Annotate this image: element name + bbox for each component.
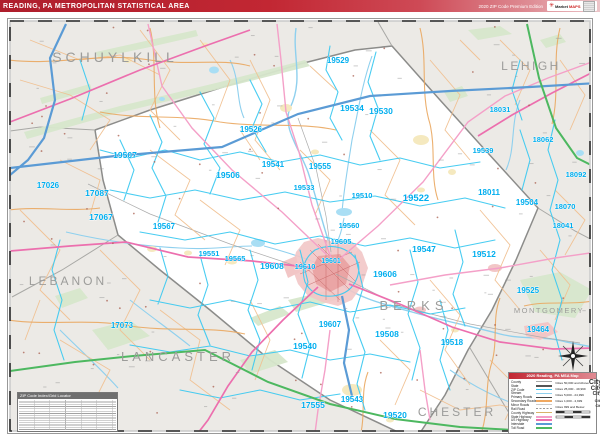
zip-label-19526: 19526 (240, 125, 263, 134)
zip-label-19551: 19551 (199, 249, 220, 258)
legend-city-label: Cities 5,000 - 24,999 (555, 392, 584, 397)
brand-name-part1: Market (555, 3, 568, 9)
zip-label-19540: 19540 (293, 341, 317, 351)
zip-label-19510: 19510 (352, 191, 373, 200)
legend-line-sample (536, 408, 553, 410)
zip-label-19608: 19608 (260, 261, 284, 271)
map-title: READING, PA METROPOLITAN STATISTICAL ARE… (3, 2, 190, 10)
legend-city-sample: City (592, 391, 600, 398)
zip-label-19525: 19525 (517, 286, 540, 295)
legend-line-sample (536, 400, 553, 402)
zip-label-19518: 19518 (441, 338, 464, 347)
zip-label-19507: 19507 (113, 150, 137, 160)
brand-name-part2: MAPS (568, 3, 581, 9)
zip-label-17073: 17073 (111, 321, 134, 330)
county-label-berks: BERKS (379, 298, 448, 313)
map-page: SCHUYLKILL LEHIGH LEBANON LANCASTER BERKS CHE… (0, 0, 600, 437)
legend-line-items: County State ZIP Code Stream Primary Roads Se… (511, 380, 553, 431)
zip-label-18011: 18011 (478, 188, 500, 197)
zip-index-rows (19, 400, 116, 430)
zip-label-18062: 18062 (533, 135, 554, 144)
zip-label-19522: 19522 (403, 193, 429, 204)
zip-label-19601: 19601 (321, 258, 341, 265)
legend-line-sample (536, 388, 553, 391)
zip-label-19567: 19567 (153, 222, 176, 231)
zip-label-19506: 19506 (216, 170, 240, 180)
legend-line-sample (536, 396, 553, 399)
zip-label-19541: 19541 (262, 160, 285, 169)
zip-label-19512: 19512 (472, 249, 496, 259)
legend-line-sample (536, 392, 553, 395)
zip-label-19534: 19534 (340, 103, 364, 113)
zip-label-19530: 19530 (369, 106, 393, 116)
county-label-chester: CHESTER (418, 405, 496, 419)
county-label-lebanon: LEBANON (29, 274, 107, 288)
zip-label-19543: 19543 (341, 395, 364, 404)
legend-city-label: Cities 25,000 - 49,999 (555, 386, 586, 391)
legend-line-sample (536, 381, 553, 383)
legend-label: Toll Road (511, 426, 525, 431)
legend-panel: 2020 Reading, PA MSA Map County State ZIP … (508, 372, 600, 434)
zip-label-19533: 19533 (294, 183, 315, 192)
legend-line-sample (536, 384, 553, 387)
legend-line-sample (536, 411, 553, 414)
header-bar: READING, PA METROPOLITAN STATISTICAL ARE… (0, 0, 600, 12)
zip-label-19504: 19504 (516, 198, 539, 207)
zip-label-19610: 19610 (295, 262, 316, 271)
zip-label-19520: 19520 (383, 410, 407, 420)
legend-line-sample (536, 426, 553, 430)
zip-index-panel: ZIP Code Index/Grid Locator (17, 392, 118, 432)
zip-label-17026: 17026 (37, 181, 60, 190)
zip-label-19508: 19508 (375, 329, 399, 339)
zip-label-19607: 19607 (319, 320, 342, 329)
zip-label-18041: 18041 (553, 221, 574, 230)
zip-label-19565: 19565 (225, 254, 246, 263)
brand-fineprint (582, 0, 595, 12)
legend-city-sample: City (595, 403, 600, 408)
zip-label-19547: 19547 (412, 244, 436, 254)
zip-label-19555: 19555 (309, 162, 332, 171)
legend-row-toll-road: Toll Road (511, 426, 553, 431)
county-label-montgomery: MONTGOMERY (514, 306, 584, 315)
zip-label-19605: 19605 (331, 237, 352, 246)
county-label-lehigh: LEHIGH (501, 59, 561, 73)
legend-city-row: Cities 999 and Below City (555, 404, 600, 410)
legend-city-sample: City (594, 397, 600, 403)
zip-label-18070: 18070 (555, 202, 576, 211)
legend-city-items: Cities 50,000 and Above City Cities 25,000… (555, 379, 600, 430)
zip-label-19529: 19529 (327, 56, 350, 65)
legend-line-sample (536, 419, 553, 422)
legend-line-sample (536, 415, 553, 418)
zip-label-18031: 18031 (490, 105, 511, 114)
zip-label-18092: 18092 (566, 170, 587, 179)
brand-logo-icon: ✳ (549, 3, 555, 9)
county-label-schuylkill: SCHUYLKILL (52, 49, 178, 65)
zip-label-19606: 19606 (373, 269, 397, 279)
legend-line-sample (536, 422, 553, 426)
zip-label-17087: 17087 (85, 188, 109, 198)
brand-logo: ✳ Market MAPS (547, 0, 597, 12)
zip-label-17067: 17067 (89, 212, 113, 222)
edition-label: 2020 ZIP Code Premium Edition (478, 3, 543, 9)
zip-label-19539: 19539 (473, 146, 494, 155)
zip-label-19464: 19464 (527, 325, 550, 334)
legend-city-label: Cities 999 and Below (555, 404, 585, 409)
legend-city-label: Cities 1,000 - 4,999 (555, 398, 583, 403)
county-label-lancaster: LANCASTER (121, 349, 235, 364)
legend-line-sample (536, 404, 553, 406)
zip-label-19560: 19560 (339, 221, 360, 230)
zip-label-17555: 17555 (301, 400, 325, 410)
legend-city-label: Cities 50,000 and Above (555, 380, 589, 385)
zip-index-title: ZIP Code Index/Grid Locator (18, 393, 117, 399)
legend-scale-bars (556, 411, 591, 419)
